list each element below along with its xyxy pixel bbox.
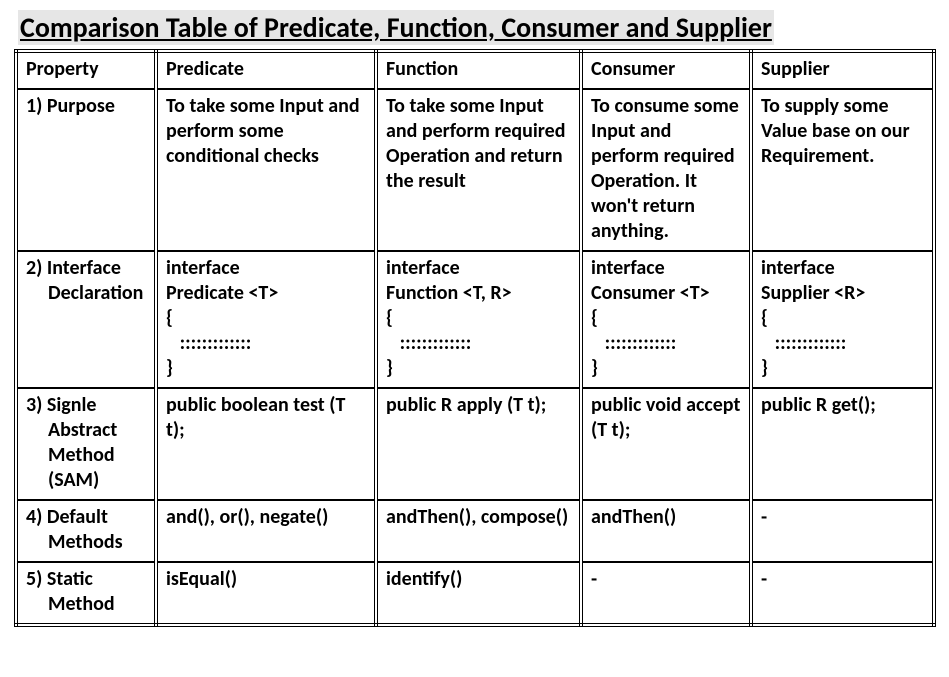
cell-consumer: public void accept (T t); — [581, 388, 751, 500]
col-header-predicate: Predicate — [156, 51, 376, 89]
cell-function: public R apply (T t); — [376, 388, 581, 500]
cell-function: interface Function <T, R> { ::::::::::::… — [376, 251, 581, 388]
cell-property: 4) Default Methods — [16, 500, 156, 562]
page: Comparison Table of Predicate, Function,… — [0, 0, 949, 643]
table-row: 3) Signle Abstract Method (SAM) public b… — [16, 388, 934, 500]
property-line1: 1) Purpose — [26, 94, 115, 118]
cell-consumer: interface Consumer <T> { ::::::::::::: } — [581, 251, 751, 388]
cell-consumer: To consume some Input and perform requir… — [581, 89, 751, 251]
property-line1: 4) Default — [26, 505, 108, 529]
col-header-consumer: Consumer — [581, 51, 751, 89]
cell-function: To take some Input and perform required … — [376, 89, 581, 251]
property-line2: Declaration — [26, 281, 146, 306]
property-line1: 5) Static — [26, 567, 93, 591]
cell-predicate: and(), or(), negate() — [156, 500, 376, 562]
property-line2: Abstract Method (SAM) — [26, 418, 146, 493]
cell-predicate: isEqual() — [156, 562, 376, 625]
page-title: Comparison Table of Predicate, Function,… — [18, 10, 774, 45]
table-row: 4) Default Methods and(), or(), negate()… — [16, 500, 934, 562]
cell-predicate: interface Predicate <T> { ::::::::::::: … — [156, 251, 376, 388]
cell-supplier: - — [751, 562, 934, 625]
col-header-property: Property — [16, 51, 156, 89]
table-header-row: Property Predicate Function Consumer Sup… — [16, 51, 934, 89]
cell-property: 5) Static Method — [16, 562, 156, 625]
cell-function: identify() — [376, 562, 581, 625]
cell-supplier: interface Supplier <R> { ::::::::::::: } — [751, 251, 934, 388]
cell-property: 1) Purpose — [16, 89, 156, 251]
property-line2: Methods — [26, 530, 146, 555]
cell-predicate: public boolean test (T t); — [156, 388, 376, 500]
cell-predicate: To take some Input and perform some cond… — [156, 89, 376, 251]
cell-property: 2) Interface Declaration — [16, 251, 156, 388]
table-row: 5) Static Method isEqual() identify() - … — [16, 562, 934, 625]
cell-function: andThen(), compose() — [376, 500, 581, 562]
cell-consumer: - — [581, 562, 751, 625]
cell-supplier: To supply some Value base on our Require… — [751, 89, 934, 251]
cell-supplier: - — [751, 500, 934, 562]
table-row: 1) Purpose To take some Input and perfor… — [16, 89, 934, 251]
property-line1: 3) Signle — [26, 393, 96, 417]
table-row: 2) Interface Declaration interface Predi… — [16, 251, 934, 388]
col-header-supplier: Supplier — [751, 51, 934, 89]
property-line2: Method — [26, 592, 146, 617]
cell-consumer: andThen() — [581, 500, 751, 562]
cell-supplier: public R get(); — [751, 388, 934, 500]
property-line1: 2) Interface — [26, 256, 121, 280]
cell-property: 3) Signle Abstract Method (SAM) — [16, 388, 156, 500]
col-header-function: Function — [376, 51, 581, 89]
comparison-table: Property Predicate Function Consumer Sup… — [14, 49, 936, 627]
